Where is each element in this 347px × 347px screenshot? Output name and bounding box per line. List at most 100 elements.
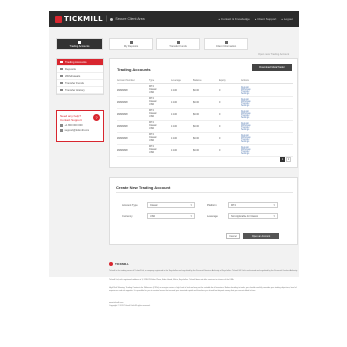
sidebar-item-label: Deposits (65, 67, 76, 71)
account-number: ######## (117, 113, 128, 116)
page-1-button[interactable]: 1 (280, 157, 285, 162)
account-number: ######## (117, 137, 128, 140)
balance: $0.00 (193, 101, 199, 104)
column-header: Actions (241, 79, 249, 82)
quicknav-label: Trading Accounts (69, 44, 90, 48)
support-email[interactable]: support@tickmill.com (60, 129, 100, 132)
panel-title: Create New Trading Account (116, 185, 171, 190)
quicknav-deposits[interactable]: My Deposits (109, 38, 153, 50)
table-row: ######## MT4 Classic USD 1:100 $0.00 0 Deposit W… (117, 121, 293, 133)
footer-copyright: Copyright © 2015 Tickmill Ltd. All right… (109, 305, 151, 307)
footer-paragraph: High Risk Warning: Trading Contracts for… (109, 287, 297, 292)
account-type: MT4 Classic USD (149, 109, 171, 118)
open-account-link[interactable]: Open new Trading Account (258, 53, 289, 56)
balance: $0.00 (193, 137, 199, 140)
page-2-button[interactable]: 2 (286, 157, 291, 162)
column-header: Type (149, 79, 155, 82)
account-type: MT4 Classic USD (149, 97, 171, 106)
table-row: ######## MT4 Classic USD 1:100 $0.00 0 Deposit W… (117, 145, 293, 157)
sidebar-item-label: Trading Accounts (65, 60, 87, 64)
account-number: ######## (117, 125, 128, 128)
sidebar-item-label: Withdrawals (65, 74, 81, 78)
account-number: ######## (117, 101, 128, 104)
settings-link[interactable]: Settings (241, 141, 293, 143)
sidebar-item-withdrawals[interactable]: Withdrawals (57, 73, 103, 80)
leverage-select[interactable]: Not Applicable for Classic (228, 213, 278, 219)
list-icon (60, 60, 63, 64)
sidebar-item-trading-accounts[interactable]: Trading Accounts (57, 59, 103, 66)
download-metatrader-button[interactable]: Download MetaTrader (252, 64, 292, 71)
sidebar-item-label: Transfer History (65, 88, 85, 92)
column-header: Balance (193, 79, 202, 82)
currency: USD (149, 150, 155, 154)
support-phone[interactable]: +1 800 000 000 (60, 124, 100, 127)
quicknav-label: Transfer Funds (169, 44, 187, 48)
column-header: Account Number (117, 79, 135, 82)
open-account-button[interactable]: Open an Account (243, 233, 279, 239)
currency: USD (149, 90, 155, 94)
cancel-button[interactable]: Cancel (226, 233, 240, 239)
currency-select[interactable]: USD (147, 213, 195, 219)
email-address: support@tickmill.com (64, 129, 90, 132)
leverage: 1:100 (171, 137, 177, 140)
platform-select[interactable]: MT4 (228, 202, 278, 208)
history-icon (60, 88, 63, 92)
table-header: Account Number Type Leverage Balance Equ… (117, 79, 293, 84)
settings-link[interactable]: Settings (241, 93, 293, 95)
panel-title: Trading Accounts (117, 67, 151, 72)
column-header: Leverage (171, 79, 181, 82)
settings-link[interactable]: Settings (241, 153, 293, 155)
divider (116, 192, 293, 193)
transfer-icon (176, 40, 180, 44)
sidebar-item-transfer-history[interactable]: Transfer History (57, 87, 103, 94)
quicknav-client-info[interactable]: Client Information (204, 38, 248, 50)
account-number: ######## (117, 149, 128, 152)
account-number: ######## (117, 89, 128, 92)
footer-brand: TICKMILL (115, 262, 129, 266)
deposit-icon (129, 40, 133, 44)
row-actions: Deposit Withdraw Transfer Settings (241, 99, 293, 107)
brand-logo[interactable]: TICKMILL (64, 15, 103, 23)
deposit-icon (60, 67, 63, 71)
tickmill-logo-icon (109, 262, 113, 266)
settings-link[interactable]: Settings (241, 129, 293, 131)
quicknav-transfer[interactable]: Transfer Funds (156, 38, 200, 50)
sidebar-item-transfer-funds[interactable]: Transfer Funds (57, 80, 103, 87)
sidebar-item-deposits[interactable]: Deposits (57, 66, 103, 73)
settings-link[interactable]: Settings (241, 105, 293, 107)
balance: $0.00 (193, 149, 199, 152)
support-title: Need any help? Contact Support (60, 114, 82, 122)
currency: USD (149, 102, 155, 106)
top-navigation-bar: TICKMILL | Secure Client Area Contact & … (49, 11, 299, 27)
row-actions: Deposit Withdraw Transfer Settings (241, 87, 293, 95)
currency: USD (149, 114, 155, 118)
leverage: 1:100 (171, 101, 177, 104)
balance: $0.00 (193, 89, 199, 92)
table-row: ######## MT4 Classic USD 1:100 $0.00 0 Deposit W… (117, 109, 293, 121)
help-icon: ? (93, 114, 100, 121)
leverage: 1:100 (171, 149, 177, 152)
row-actions: Deposit Withdraw Transfer Settings (241, 111, 293, 119)
quicknav-label: My Deposits (123, 44, 139, 48)
sidebar-item-label: Transfer Funds (65, 81, 84, 85)
support-link[interactable]: Client Support (255, 17, 276, 21)
table-row: ######## MT4 Classic USD 1:100 $0.00 0 Deposit W… (117, 133, 293, 145)
account-type-select[interactable]: Classic (147, 202, 195, 208)
account-type: MT4 Classic USD (149, 121, 171, 130)
tickmill-logo-icon (55, 15, 62, 23)
equity: 0 (219, 89, 221, 92)
equity: 0 (219, 125, 221, 128)
settings-link[interactable]: Settings (241, 117, 293, 119)
wallet-icon (78, 40, 81, 44)
withdraw-icon (60, 74, 63, 78)
equity: 0 (219, 113, 221, 116)
leverage: 1:100 (171, 113, 177, 116)
account-type: MT4 Classic USD (149, 85, 171, 94)
logout-link[interactable]: Logout (281, 17, 293, 21)
contact-link[interactable]: Contact & Knowledge (218, 17, 250, 21)
column-header: Equity (219, 79, 226, 82)
home-icon (110, 17, 114, 21)
breadcrumb-label[interactable]: Secure Client Area (115, 17, 144, 21)
quicknav-trading-accounts[interactable]: Trading Accounts (56, 38, 103, 50)
account-type: MT4 Classic USD (149, 145, 171, 154)
